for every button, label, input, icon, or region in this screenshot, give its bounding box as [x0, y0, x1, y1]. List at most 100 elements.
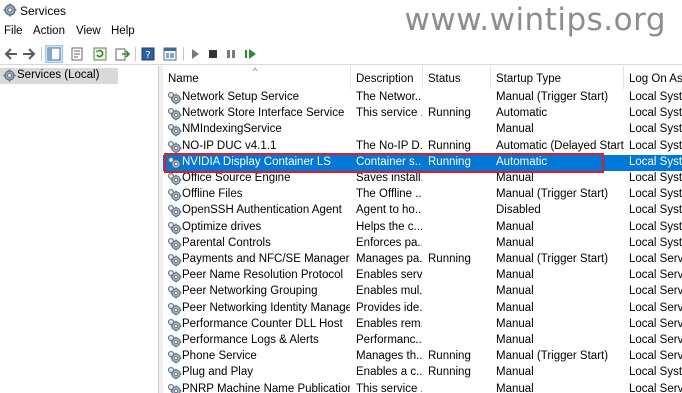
service-log-on-as: Local Syster: [629, 123, 682, 136]
service-startup-type: Manual: [496, 236, 534, 249]
play-icon[interactable]: [187, 46, 203, 62]
service-row[interactable]: Network Setup Service The Networ... Manual…: [163, 90, 682, 106]
service-row[interactable]: NO-IP DUC v4.1.1 The No-IP D... Running Aut…: [163, 139, 682, 155]
service-startup-type: Manual: [496, 220, 534, 233]
service-row[interactable]: Parental Controls Enforces pa... Manual Loc…: [163, 236, 682, 252]
service-log-on-as: Local Syster: [629, 366, 682, 379]
service-gear-icon: [167, 302, 182, 316]
tree-item-label: Services (Local): [17, 69, 100, 81]
service-log-on-as: Local Syster: [629, 236, 682, 249]
service-startup-type: Manual: [496, 301, 534, 314]
service-startup-type: Manual: [496, 172, 534, 184]
service-startup-type: Manual (Trigger Start): [496, 350, 609, 363]
service-log-on-as: Local Servic: [629, 350, 682, 363]
service-row[interactable]: OpenSSH Authentication Agent Agent to ho.…: [163, 203, 682, 219]
service-gear-icon: [167, 172, 182, 186]
service-gear-icon: [167, 123, 182, 137]
svg-text:?: ?: [145, 50, 150, 61]
service-gear-icon: [167, 318, 182, 332]
service-startup-type: Manual: [496, 382, 534, 393]
service-row[interactable]: Payments and NFC/SE Manager Manages pa...…: [163, 252, 682, 268]
service-row[interactable]: Peer Name Resolution Protocol Enables ser…: [163, 268, 682, 284]
toolbar-separator: [135, 47, 136, 61]
window-title: Services: [20, 4, 67, 18]
service-row[interactable]: NVIDIA Display Container LS Container s..…: [163, 154, 682, 171]
service-name: Plug and Play: [182, 366, 253, 379]
service-description: Saves install...: [356, 172, 422, 184]
service-description: This service ...: [356, 382, 422, 393]
help-icon[interactable]: ?: [140, 46, 156, 62]
column-log-on-as[interactable]: Log On As: [624, 66, 682, 89]
services-gear-icon: [3, 69, 16, 82]
service-description: Container s...: [356, 155, 422, 168]
service-name: OpenSSH Authentication Agent: [182, 204, 342, 217]
tree-item-services-local[interactable]: Services (Local): [0, 68, 118, 84]
title-bar: Services www.wintips.org: [0, 0, 682, 38]
service-startup-type: Manual (Trigger Start): [496, 188, 609, 201]
service-row[interactable]: Plug and Play Enables a c... Running Manual…: [163, 365, 682, 381]
toolbar-separator: [183, 47, 184, 61]
service-gear-icon: [167, 140, 182, 154]
forward-arrow-icon[interactable]: [21, 46, 37, 62]
service-description: Enables rem...: [356, 317, 422, 330]
menu-action[interactable]: Action: [33, 25, 65, 37]
service-row[interactable]: Office Source Engine Saves install... Manu…: [163, 171, 682, 187]
refresh-icon[interactable]: [92, 46, 108, 62]
service-log-on-as: Local Syster: [629, 155, 682, 168]
service-gear-icon: [167, 253, 182, 267]
menu-help[interactable]: Help: [111, 25, 135, 37]
service-row[interactable]: Performance Counter DLL Host Enables rem.…: [163, 317, 682, 333]
service-startup-type: Automatic: [496, 107, 548, 120]
service-log-on-as: Local Syster: [629, 139, 682, 152]
column-startup-type[interactable]: Startup Type: [491, 66, 624, 89]
service-row[interactable]: Optimize drives Helps the c... Manual Local…: [163, 220, 682, 236]
service-row[interactable]: Offline Files The Offline ... Manual (Trig…: [163, 187, 682, 203]
service-row[interactable]: Phone Service Manages th... Running Manual …: [163, 349, 682, 365]
service-description: The Offline ...: [356, 188, 422, 201]
service-row[interactable]: PNRP Machine Name Publication S... This s…: [163, 382, 682, 393]
service-startup-type: Automatic: [496, 155, 548, 168]
toolbar-separator: [41, 47, 42, 61]
service-description: Helps the c...: [356, 220, 422, 233]
toolbar: ?: [0, 43, 682, 65]
service-row[interactable]: Network Store Interface Service This serv…: [163, 106, 682, 122]
export-list-icon[interactable]: [114, 46, 130, 62]
service-description: Performanc...: [356, 334, 422, 346]
stop-icon[interactable]: [205, 46, 221, 62]
mmc-icon[interactable]: [162, 46, 178, 62]
service-gear-icon: [167, 107, 182, 121]
menu-view[interactable]: View: [76, 25, 101, 37]
column-description[interactable]: Description: [351, 66, 423, 89]
service-startup-type: Manual: [496, 334, 534, 346]
service-status: Running: [428, 366, 471, 379]
column-name[interactable]: Name: [163, 66, 351, 89]
service-log-on-as: Local Servic: [629, 285, 682, 298]
service-row[interactable]: Performance Logs & Alerts Performanc... Ma…: [163, 333, 682, 349]
service-row[interactable]: Peer Networking Grouping Enables mul... Ma…: [163, 284, 682, 300]
menu-file[interactable]: File: [4, 25, 23, 37]
service-gear-icon: [167, 350, 182, 364]
service-row[interactable]: Peer Networking Identity Manager Provides…: [163, 301, 682, 317]
service-name: Performance Logs & Alerts: [182, 334, 319, 346]
console-tree-icon[interactable]: [45, 45, 63, 63]
service-description: Enables mul...: [356, 285, 422, 298]
service-log-on-as: Local Servic: [629, 382, 682, 393]
pause-icon[interactable]: [223, 46, 239, 62]
properties-icon[interactable]: [69, 46, 85, 62]
service-name: Network Store Interface Service: [182, 107, 345, 120]
service-name: Peer Networking Grouping: [182, 285, 318, 298]
services-gear-icon: [3, 3, 17, 17]
service-gear-icon: [167, 221, 182, 235]
service-startup-type: Manual (Trigger Start): [496, 91, 609, 103]
back-arrow-icon[interactable]: [3, 46, 19, 62]
service-name: NVIDIA Display Container LS: [182, 155, 331, 168]
service-log-on-as: Local Syster: [629, 220, 682, 233]
restart-icon[interactable]: [242, 46, 258, 62]
service-name: Optimize drives: [182, 220, 262, 233]
service-startup-type: Disabled: [496, 204, 541, 217]
service-row[interactable]: NMIndexingService Manual Local Syster: [163, 122, 682, 138]
service-name: Network Setup Service: [182, 91, 299, 103]
column-status[interactable]: Status: [423, 66, 491, 89]
service-log-on-as: Local Syster: [629, 91, 682, 103]
service-description: Enables serv...: [356, 269, 422, 282]
